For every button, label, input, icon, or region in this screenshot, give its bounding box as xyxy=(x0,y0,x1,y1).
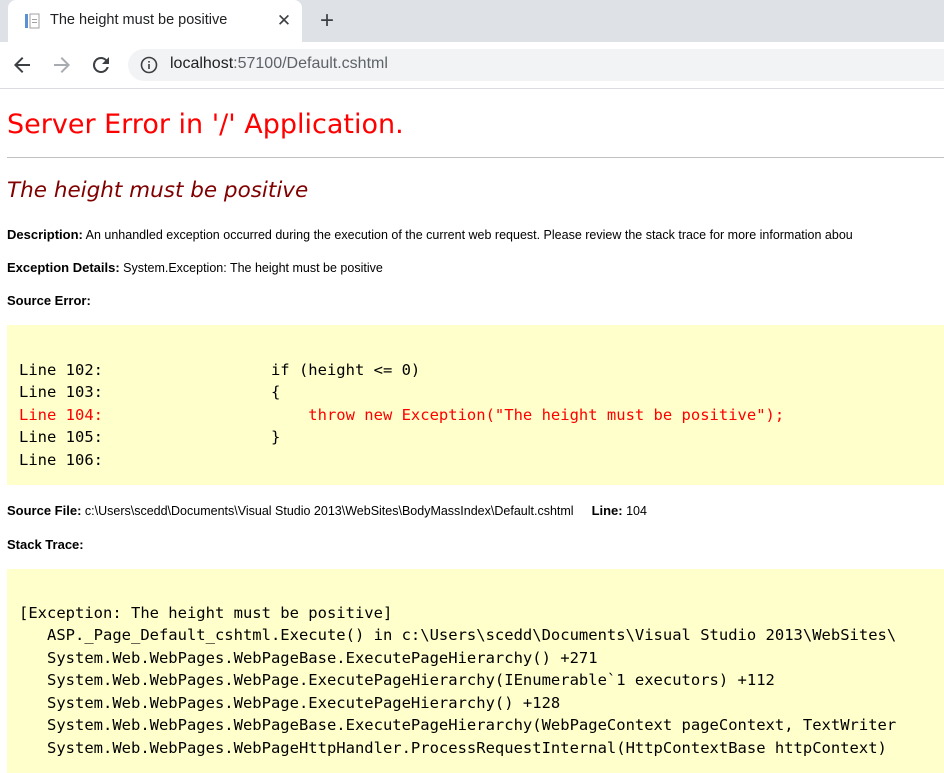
url-path: :57100/Default.cshtml xyxy=(233,55,388,72)
stack-line: ASP._Page_Default_cshtml.Execute() in c:… xyxy=(19,626,897,644)
source-error-label: Source Error: xyxy=(7,293,91,308)
browser-tab[interactable]: The height must be positive ✕ xyxy=(8,0,302,42)
line-number: 104 xyxy=(622,504,647,518)
source-file-label: Source File: xyxy=(7,503,82,518)
reload-icon[interactable] xyxy=(89,53,113,77)
line-label: Line: xyxy=(591,503,623,518)
info-icon[interactable] xyxy=(140,56,158,74)
source-file-path: c:\Users\scedd\Documents\Visual Studio 2… xyxy=(81,504,574,518)
description-label: Description: xyxy=(7,227,83,242)
stack-trace-block: [Exception: The height must be positive]… xyxy=(7,569,944,773)
browser-toolbar: localhost:57100/Default.cshtml xyxy=(0,42,944,89)
browser-chrome: The height must be positive ✕ + localhos… xyxy=(0,0,944,89)
stack-line: System.Web.WebPages.WebPageBase.ExecuteP… xyxy=(19,716,897,734)
stack-trace-heading: Stack Trace: xyxy=(7,537,84,552)
source-code-block: Line 102: if (height <= 0) Line 103: { L… xyxy=(7,325,944,485)
url-host: localhost xyxy=(170,55,234,72)
source-error-heading: Source Error: xyxy=(7,293,91,308)
exception-label: Exception Details: xyxy=(7,260,120,275)
source-line: Line 106: xyxy=(19,451,103,469)
stack-line: [Exception: The height must be positive] xyxy=(19,604,393,622)
stack-trace-label: Stack Trace: xyxy=(7,537,84,552)
stack-line: System.Web.WebPages.WebPageBase.ExecuteP… xyxy=(19,649,598,667)
forward-arrow-icon[interactable] xyxy=(50,53,74,77)
document-icon xyxy=(25,13,40,29)
error-title: The height must be positive xyxy=(7,178,309,203)
back-arrow-icon[interactable] xyxy=(10,53,34,77)
source-file: Source File: c:\Users\scedd\Documents\Vi… xyxy=(7,503,647,518)
source-line: Line 103: { xyxy=(19,383,281,401)
description-text: An unhandled exception occurred during t… xyxy=(82,228,853,242)
page-title: Server Error in '/' Application. xyxy=(7,109,404,140)
description: Description: An unhandled exception occu… xyxy=(7,227,853,242)
exception-text: System.Exception: The height must be pos… xyxy=(119,261,383,275)
close-tab-icon[interactable]: ✕ xyxy=(274,11,294,31)
address-bar[interactable]: localhost:57100/Default.cshtml xyxy=(128,49,944,81)
new-tab-button[interactable]: + xyxy=(315,9,339,33)
error-page: Server Error in '/' Application. The hei… xyxy=(0,89,944,773)
stack-line: System.Web.WebPages.WebPageHttpHandler.P… xyxy=(19,739,887,757)
stack-line: System.Web.WebPages.WebPage.ExecutePageH… xyxy=(19,671,775,689)
source-line: Line 105: } xyxy=(19,428,281,446)
source-line-error: Line 104: throw new Exception("The heigh… xyxy=(19,406,785,424)
url-text[interactable]: localhost:57100/Default.cshtml xyxy=(170,55,388,73)
divider xyxy=(7,157,944,158)
tab-title: The height must be positive xyxy=(50,12,228,28)
stack-line: System.Web.WebPages.WebPage.ExecutePageH… xyxy=(19,694,561,712)
exception-details: Exception Details: System.Exception: The… xyxy=(7,260,383,275)
source-line: Line 102: if (height <= 0) xyxy=(19,361,421,379)
tab-strip: The height must be positive ✕ + xyxy=(0,0,944,42)
